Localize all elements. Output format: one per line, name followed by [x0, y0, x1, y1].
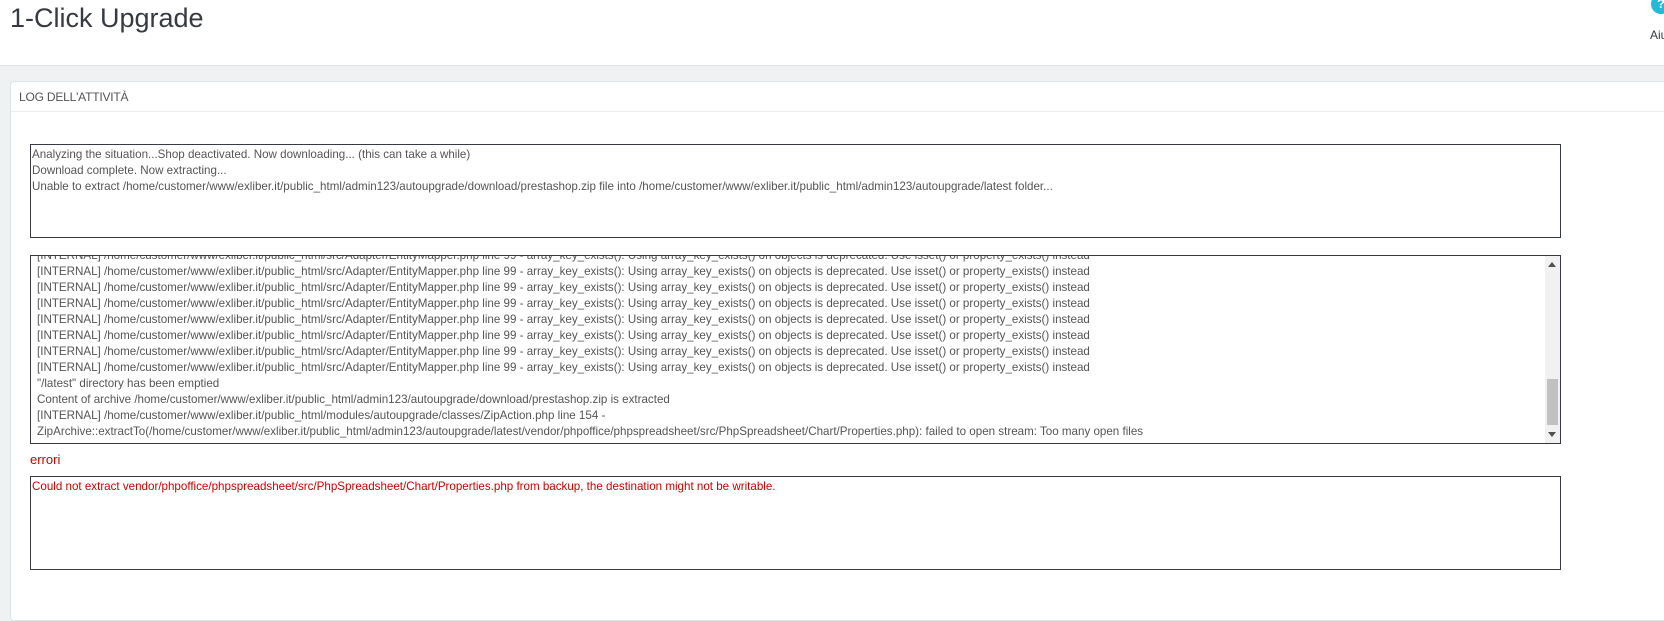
page-header: 1-Click Upgrade ? Aiuto [0, 0, 1664, 66]
log-line: [INTERNAL] /home/customer/www/exliber.it… [37, 329, 1090, 342]
page-title: 1-Click Upgrade [10, 3, 204, 33]
log-line: [INTERNAL] /home/customer/www/exliber.it… [37, 265, 1090, 278]
info-log-scrollbar[interactable] [1545, 256, 1560, 443]
activity-log-panel: LOG DELL'ATTIVITÀ Analyzing the situatio… [10, 81, 1664, 621]
info-log-box[interactable]: [INTERNAL] /home/customer/www/exliber.it… [30, 255, 1561, 444]
scroll-down-arrow-icon[interactable] [1548, 432, 1556, 437]
panel-title: LOG DELL'ATTIVITÀ [19, 90, 129, 104]
log-line: Content of archive /home/customer/www/ex… [37, 393, 670, 406]
quick-info-line: Analyzing the situation...Shop deactivat… [32, 148, 471, 161]
help-icon: ? [1651, 0, 1664, 14]
log-line: "/latest" directory has been emptied [37, 377, 220, 390]
error-line: Could not extract vendor/phpoffice/phpsp… [32, 480, 776, 493]
quick-info-line: Download complete. Now extracting... [32, 164, 227, 177]
log-line: [INTERNAL] /home/customer/www/exliber.it… [37, 409, 606, 422]
errors-label: errori [30, 452, 61, 467]
panel-heading: LOG DELL'ATTIVITÀ [11, 82, 1664, 112]
scroll-up-arrow-icon[interactable] [1548, 262, 1556, 267]
quick-info-line: Unable to extract /home/customer/www/exl… [32, 180, 1053, 193]
log-line: [INTERNAL] /home/customer/www/exliber.it… [37, 313, 1090, 326]
log-line: ZipArchive::extractTo(/home/customer/www… [37, 425, 1144, 438]
log-line: [INTERNAL] /home/customer/www/exliber.it… [37, 345, 1090, 358]
quick-info-box: Analyzing the situation...Shop deactivat… [30, 144, 1561, 238]
log-line: [INTERNAL] /home/customer/www/exliber.it… [37, 361, 1090, 374]
log-line: [INTERNAL] /home/customer/www/exliber.it… [37, 281, 1090, 294]
help-label: Aiuto [1650, 28, 1664, 42]
log-line: [INTERNAL] /home/customer/www/exliber.it… [37, 297, 1090, 310]
log-line: [INTERNAL] /home/customer/www/exliber.it… [37, 255, 1090, 262]
error-box: Could not extract vendor/phpoffice/phpsp… [30, 476, 1561, 570]
help-button[interactable]: ? Aiuto [1640, 0, 1664, 44]
info-log-content: [INTERNAL] /home/customer/www/exliber.it… [37, 255, 1537, 440]
scroll-thumb[interactable] [1547, 379, 1558, 425]
